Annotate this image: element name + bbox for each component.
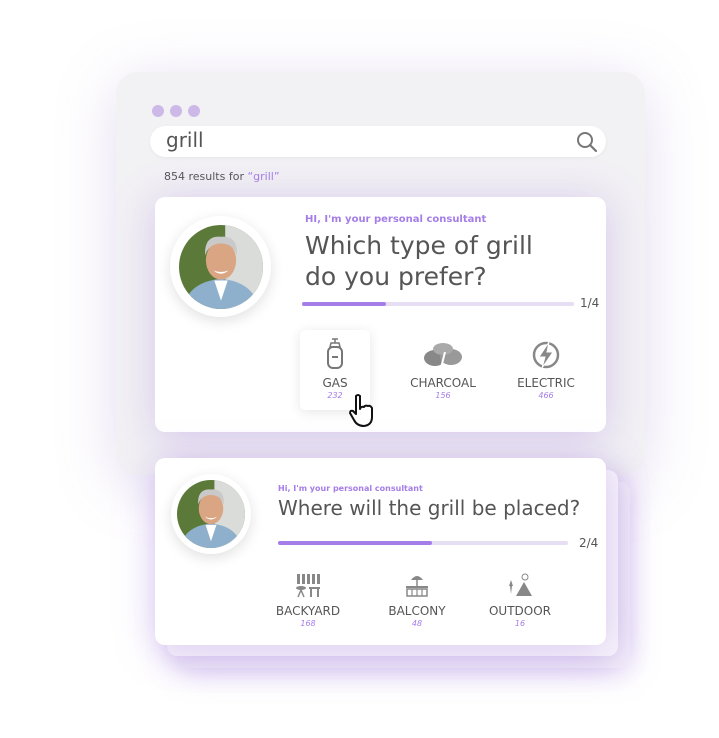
results-text: 854 results for bbox=[164, 170, 248, 183]
question-title: Which type of grill do you prefer? bbox=[305, 231, 533, 292]
backyard-icon bbox=[296, 574, 320, 598]
option-outdoor[interactable]: OUTDOOR 16 bbox=[470, 572, 570, 628]
option-label: BALCONY bbox=[388, 604, 446, 618]
progress-fill bbox=[278, 541, 432, 545]
search-value: grill bbox=[166, 128, 204, 152]
question-title: Where will the grill be placed? bbox=[278, 496, 581, 520]
greeting: HI, I'm your personal consultant bbox=[305, 214, 487, 225]
option-count: 156 bbox=[435, 391, 451, 400]
hand-cursor-icon bbox=[349, 394, 373, 427]
option-count: 466 bbox=[538, 391, 554, 400]
option-label: BACKYARD bbox=[275, 604, 341, 618]
option-count: 168 bbox=[300, 619, 316, 628]
option-electric[interactable]: ELECTRIC 466 bbox=[496, 340, 596, 400]
outdoor-tent-icon bbox=[509, 573, 532, 596]
progress-bar bbox=[278, 541, 568, 545]
progress-fill bbox=[302, 302, 387, 306]
avatar bbox=[170, 216, 271, 317]
window-dot bbox=[152, 105, 164, 117]
option-label: CHARCOAL bbox=[410, 376, 476, 390]
progress-bar bbox=[302, 302, 574, 306]
greeting: Hi, I'm your personal consultant bbox=[278, 484, 423, 493]
step-indicator: 1/4 bbox=[580, 296, 600, 310]
option-label: ELECTRIC bbox=[517, 376, 575, 390]
option-balcony[interactable]: BALCONY 48 bbox=[367, 572, 467, 628]
option-label: GAS bbox=[322, 376, 348, 390]
search-input[interactable]: grill bbox=[150, 126, 606, 157]
results-query: “grill” bbox=[247, 170, 280, 183]
window-dot bbox=[170, 105, 182, 117]
balcony-icon bbox=[406, 576, 428, 597]
window-dot bbox=[188, 105, 200, 117]
option-gas[interactable]: GAS 232 bbox=[285, 338, 385, 400]
lightning-icon bbox=[532, 341, 560, 369]
charcoal-icon bbox=[424, 343, 462, 369]
results-count: 854 results for “grill” bbox=[164, 170, 280, 183]
option-count: 16 bbox=[514, 619, 526, 628]
gas-cylinder-icon bbox=[327, 338, 343, 369]
option-label: OUTDOOR bbox=[488, 604, 552, 618]
option-backyard[interactable]: BACKYARD 168 bbox=[258, 572, 358, 628]
search-icon[interactable] bbox=[576, 131, 598, 153]
option-count: 48 bbox=[411, 619, 423, 628]
step-indicator: 2/4 bbox=[579, 536, 599, 550]
option-charcoal[interactable]: CHARCOAL 156 bbox=[393, 340, 493, 400]
avatar bbox=[171, 474, 251, 554]
